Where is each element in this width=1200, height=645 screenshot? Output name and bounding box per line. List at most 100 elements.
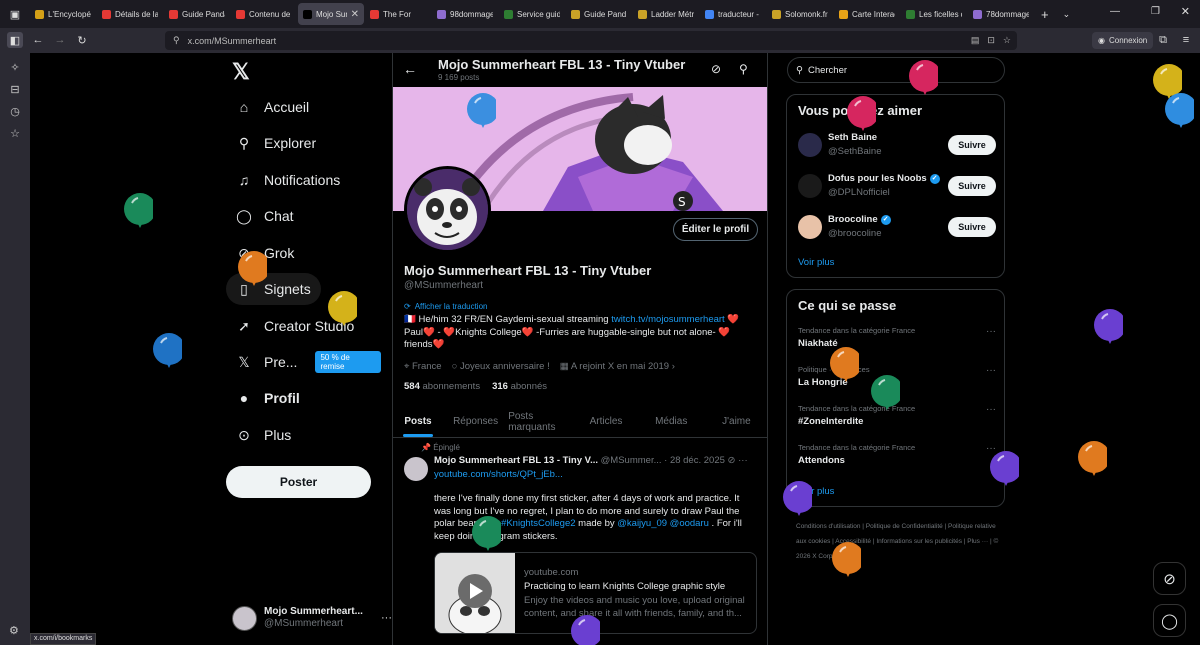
url-bar[interactable]: ⚲ x.com/MSummerheart ▤ ⊡ ☆ [165, 31, 1017, 50]
tweet-link[interactable]: youtube.com/shorts/QPt_jEb... [434, 469, 563, 480]
trend-item[interactable]: Tendance dans la catégorie France Niakhat… [798, 326, 996, 349]
nav-item-chat[interactable]: ◯ Chat [226, 200, 304, 232]
more-dots-icon[interactable]: ··· [738, 455, 748, 466]
browser-tab[interactable]: Contenu de [231, 3, 297, 25]
avatar[interactable] [798, 174, 822, 198]
browser-tab[interactable]: 78dommage [968, 3, 1034, 25]
post-button[interactable]: Poster [226, 466, 371, 498]
reload-icon[interactable]: ↻ [74, 32, 90, 48]
follow-button[interactable]: Suivre [948, 217, 996, 237]
browser-tab[interactable]: 98dommage [432, 3, 498, 25]
nav-item-explorer[interactable]: ⚲ Explorer [226, 127, 326, 159]
profile-name: Mojo Summerheart FBL 13 - Tiny Vtuber [404, 263, 652, 278]
browser-tab[interactable]: Détails de la [97, 3, 163, 25]
browser-tab[interactable]: L'Encyclopé [30, 3, 96, 25]
browser-tab[interactable]: Les ficelles d [901, 3, 967, 25]
browser-tab[interactable]: Ladder Métr [633, 3, 699, 25]
browser-tab[interactable]: Guide Panda [164, 3, 230, 25]
history-icon[interactable]: ◷ [7, 103, 23, 119]
tab-articles[interactable]: Articles [573, 406, 638, 437]
browser-tab[interactable]: traducteur - [700, 3, 766, 25]
chevron-right-icon[interactable]: › [672, 361, 675, 372]
hashtag-link[interactable]: #KnightsCollege2 [501, 518, 575, 529]
nav-item-accueil[interactable]: ⌂ Accueil [226, 91, 319, 123]
account-switcher[interactable]: Mojo Summerheart... @MSummerheart ··· [232, 603, 392, 633]
close-window-icon[interactable]: ✕ [1181, 5, 1190, 18]
translate-link[interactable]: ⟳ Afficher la traduction [404, 302, 487, 311]
more-dots-icon[interactable]: ··· [381, 612, 392, 624]
follow-button[interactable]: Suivre [948, 135, 996, 155]
suggestion-item[interactable]: Seth Baine @SethBaine Suivre [798, 130, 996, 160]
sidebar-toggle-icon[interactable]: ◧ [7, 32, 23, 48]
tab-posts[interactable]: Posts [393, 406, 443, 437]
bookmark-star-icon[interactable]: ☆ [1003, 35, 1011, 46]
bookmarks-icon[interactable]: ☆ [7, 125, 23, 141]
edit-profile-button[interactable]: Éditer le profil [673, 218, 758, 241]
site-info-icon[interactable]: ⚲ [173, 35, 180, 46]
more-dots-icon[interactable]: ··· [986, 404, 996, 415]
minimize-icon[interactable]: — [1110, 6, 1120, 17]
footer-links[interactable]: Conditions d'utilisation | Politique de … [796, 519, 1001, 564]
grok-icon[interactable]: ⊘ [711, 62, 721, 76]
browser-tab[interactable]: Solomonk.fr [767, 3, 833, 25]
bio-link[interactable]: twitch.tv/mojosummerheart [611, 314, 725, 325]
settings-gear-icon[interactable]: ⚙ [9, 624, 19, 637]
more-dots-icon[interactable]: ··· [986, 326, 996, 337]
browser-tab[interactable]: The For [365, 3, 431, 25]
search-input[interactable]: ⚲ Chercher [787, 57, 1005, 83]
forward-icon[interactable]: → [52, 32, 68, 48]
post-count: 9 169 posts [438, 73, 480, 82]
balloon-decoration [328, 291, 357, 326]
maximize-icon[interactable]: ❐ [1151, 6, 1160, 17]
avatar[interactable] [404, 457, 428, 481]
menu-icon[interactable]: ≡ [1178, 32, 1194, 48]
ai-chat-icon[interactable]: ✧ [7, 59, 23, 75]
tab-r-ponses[interactable]: Réponses [443, 406, 508, 437]
bio-text: 🇫🇷 He/him 32 FR/EN Gaydemi-sexual stream… [404, 314, 612, 325]
back-icon[interactable]: ← [30, 32, 46, 48]
close-tab-icon[interactable]: ✕ [351, 9, 359, 20]
tab-j-aime[interactable]: J'aime [704, 406, 767, 437]
grok-fab-icon[interactable]: ⊘ [1153, 562, 1186, 595]
avatar[interactable] [798, 133, 822, 157]
browser-tab[interactable]: Guide Pand [566, 3, 632, 25]
grok-icon[interactable]: ⊘ [728, 455, 736, 466]
new-tab-icon[interactable]: + [1041, 7, 1049, 22]
screenshot-icon[interactable]: ⊡ [987, 35, 995, 46]
chevron-down-icon[interactable]: ⌄ [1063, 9, 1071, 20]
extensions-icon[interactable]: ⧉ [1155, 32, 1171, 48]
follow-button[interactable]: Suivre [948, 176, 996, 196]
connexion-button[interactable]: ◉ Connexion [1092, 32, 1154, 49]
suggestion-name[interactable]: Broocoline [828, 214, 878, 226]
synced-tabs-icon[interactable]: ⊟ [7, 81, 23, 97]
more-dots-icon[interactable]: ··· [986, 365, 996, 376]
following-link[interactable]: 584 abonnements [404, 381, 480, 392]
messages-fab-icon[interactable]: ◯ [1153, 604, 1186, 637]
tab-posts-marquants[interactable]: Posts marquants [508, 406, 573, 437]
avatar[interactable] [798, 215, 822, 239]
trend-item[interactable]: Tendance dans la catégorie France Attendo… [798, 443, 996, 466]
search-icon[interactable]: ⚲ [739, 62, 748, 76]
browser-tab[interactable]: Carte Interac [834, 3, 900, 25]
followers-link[interactable]: 316 abonnés [492, 381, 547, 392]
tab-bar: ▣ L'Encyclopé Détails de la Guide Panda Con… [0, 0, 1200, 28]
profile-avatar[interactable] [404, 166, 491, 253]
browser-tab[interactable]: Service guid [499, 3, 565, 25]
tab-m-dias[interactable]: Médias [639, 406, 704, 437]
back-arrow-icon[interactable]: ← [403, 61, 417, 77]
nav-item-profil[interactable]: ● Profil [226, 382, 310, 414]
tab-list-icon[interactable]: ▣ [0, 0, 30, 28]
nav-item-plus[interactable]: ⊙ Plus [226, 419, 301, 451]
nav-label: Grok [264, 245, 295, 261]
see-more-link[interactable]: Voir plus [798, 257, 834, 268]
mention-links[interactable]: @kaijyu_09 @oodaru [617, 518, 709, 529]
nav-item-notifications[interactable]: ♫ Notifications [226, 164, 350, 196]
reader-icon[interactable]: ▤ [971, 35, 980, 46]
nav-item-pre[interactable]: 𝕏 Pre... 50 % de remise [226, 346, 391, 378]
tweet-author[interactable]: Mojo Summerheart FBL 13 - Tiny V... [434, 455, 598, 466]
suggestion-item[interactable]: Dofus pour les Noobs ✓ @DPLNofficiel Suivre [798, 171, 996, 201]
suggestion-item[interactable]: Broocoline ✓ @broocoline Suivre [798, 212, 996, 242]
suggestion-name[interactable]: Dofus pour les Noobs [828, 173, 927, 185]
browser-tab[interactable]: Mojo Sum ✕ [298, 3, 364, 25]
x-logo-icon[interactable]: 𝕏 [232, 59, 256, 84]
